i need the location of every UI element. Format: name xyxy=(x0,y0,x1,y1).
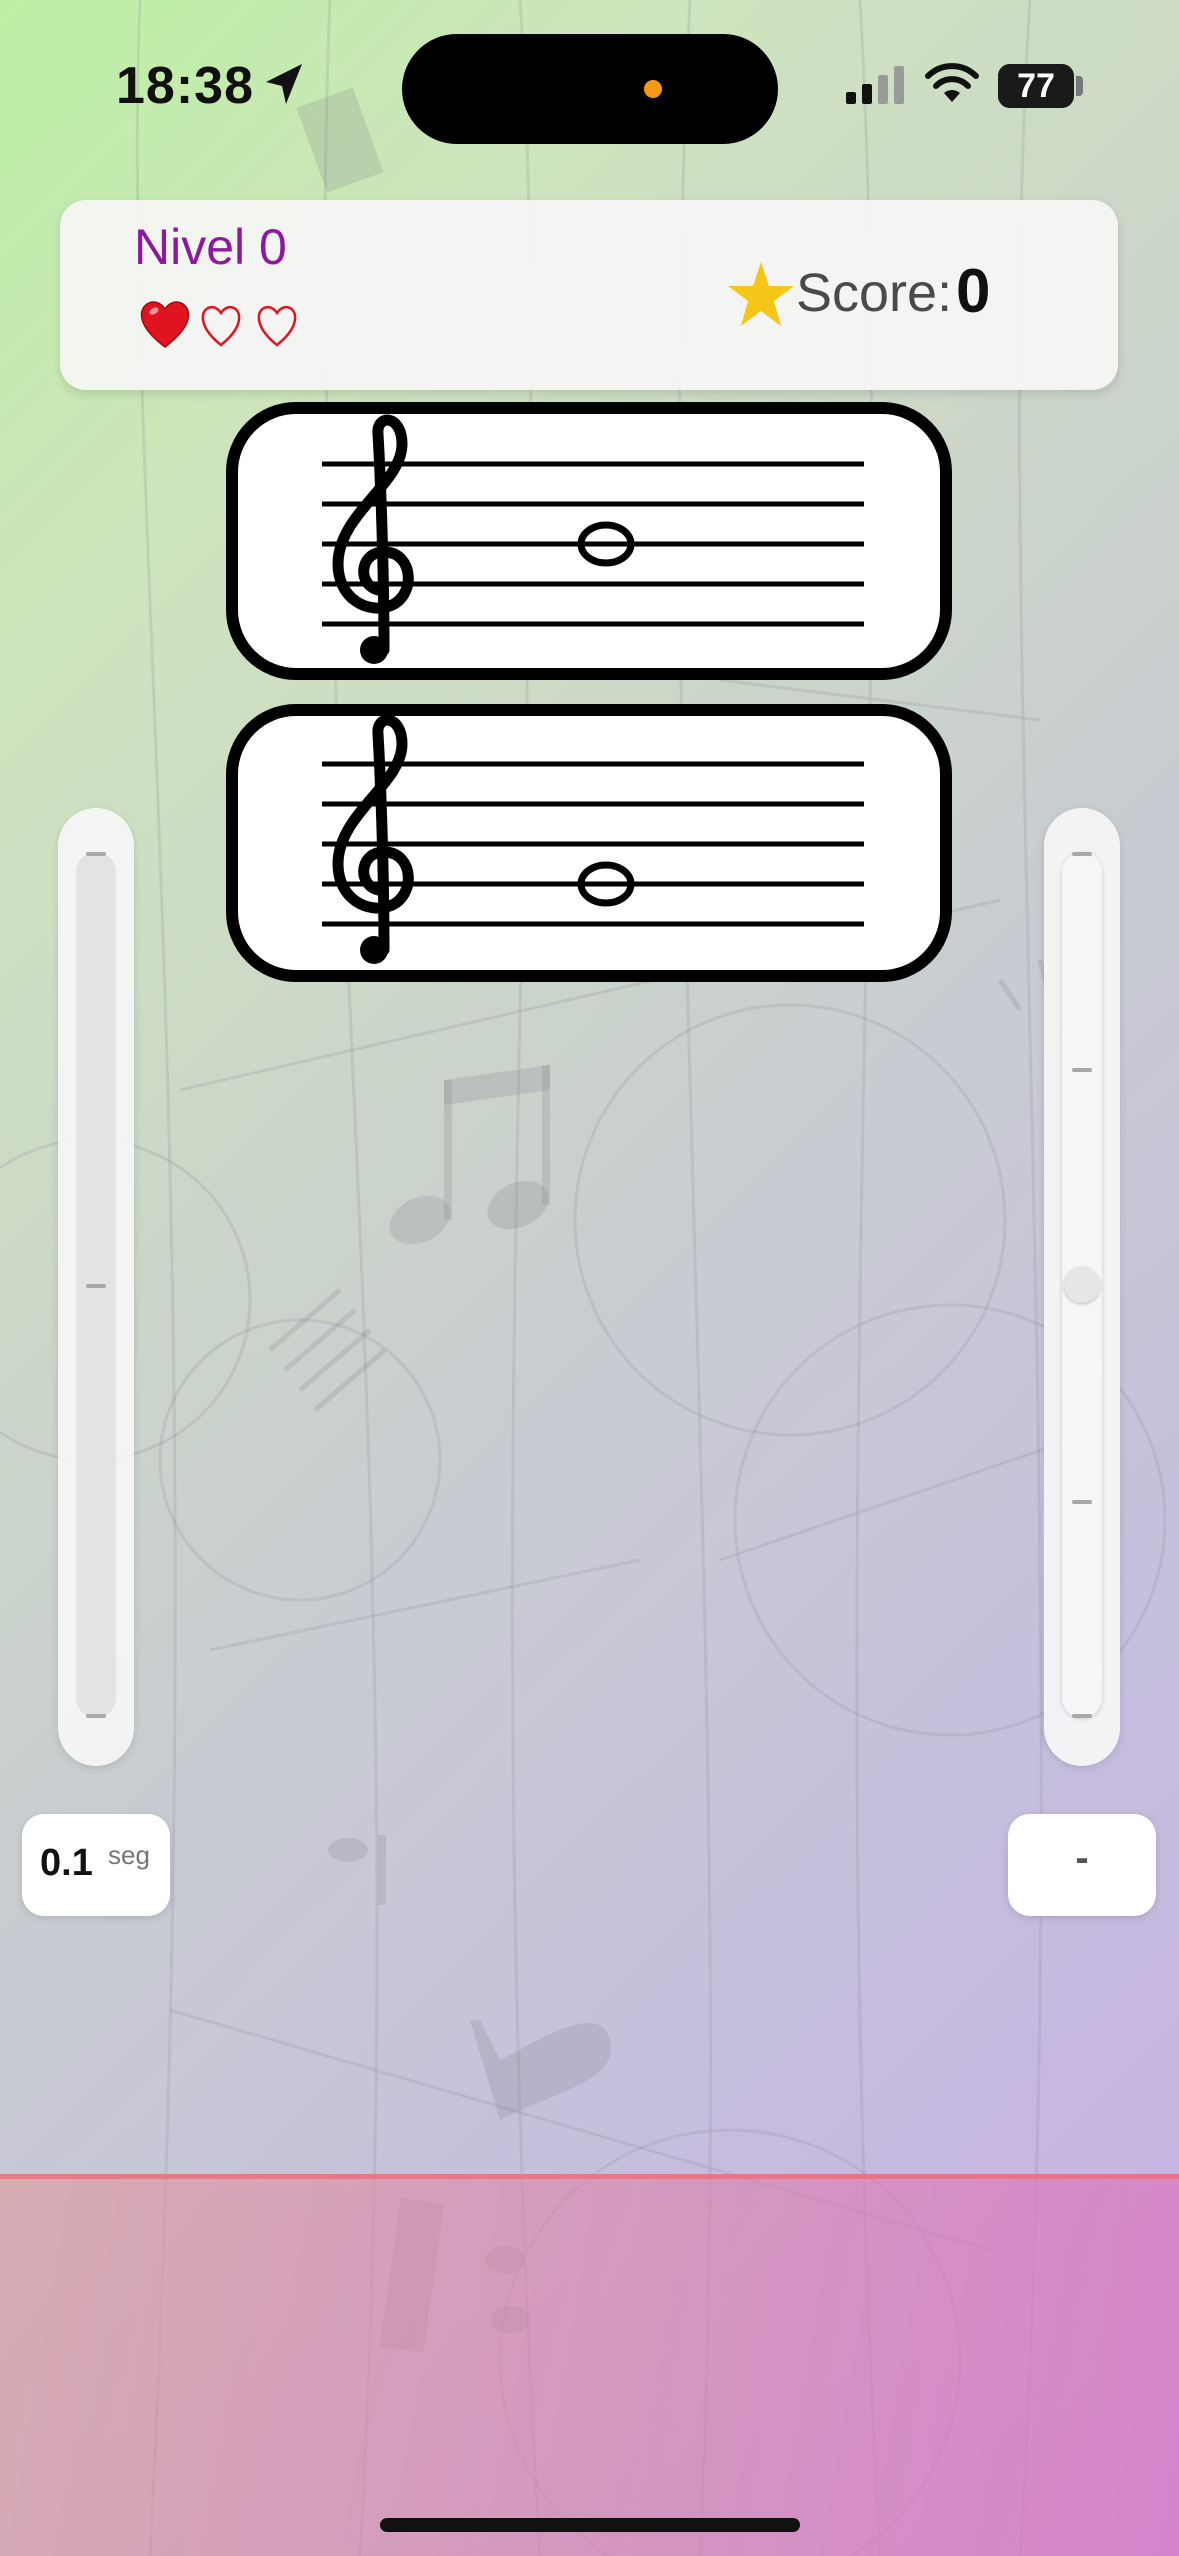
heart-full-icon xyxy=(140,301,190,348)
time-slider[interactable] xyxy=(58,808,134,1766)
slider-tick xyxy=(1072,1500,1092,1504)
battery-cap xyxy=(1076,76,1083,96)
game-header-card: Nivel 0 Score: 0 xyxy=(60,200,1118,390)
cellular-signal-icon xyxy=(846,66,904,104)
slider-tick xyxy=(1072,1714,1092,1718)
level-label: Nivel 0 xyxy=(134,219,287,275)
answer-note-staff[interactable] xyxy=(226,704,952,982)
staff-lines xyxy=(322,716,864,964)
time-value-display: 0.1 seg xyxy=(22,1814,170,1916)
slider-tick xyxy=(86,1714,106,1718)
wifi-icon xyxy=(925,63,979,102)
time-unit: seg xyxy=(108,1840,150,1870)
heart-empty-icon xyxy=(257,306,297,347)
slider-tick xyxy=(86,852,106,856)
slider-tick xyxy=(1072,852,1092,856)
note-slider-thumb[interactable] xyxy=(1064,1267,1100,1303)
star-icon xyxy=(728,262,794,326)
heart-empty-icon xyxy=(201,306,241,347)
note-value: - xyxy=(1075,1836,1089,1880)
note-value-display: - xyxy=(1008,1814,1156,1916)
battery-icon: 77 xyxy=(998,64,1074,108)
home-indicator[interactable] xyxy=(380,2518,800,2532)
slider-tick xyxy=(86,1284,106,1288)
status-time: 18:38 xyxy=(116,57,254,115)
score-label: Score: xyxy=(796,263,953,323)
score-value: 0 xyxy=(956,257,991,326)
location-arrow-icon xyxy=(266,64,302,104)
note-slider[interactable] xyxy=(1044,808,1120,1766)
time-value: 0.1 xyxy=(40,1842,93,1884)
battery-percentage: 77 xyxy=(1017,67,1055,105)
target-note-staff xyxy=(226,402,952,680)
answer-drop-zone[interactable] xyxy=(0,2174,1179,2556)
staff-lines xyxy=(322,414,864,664)
lives-indicator xyxy=(138,288,306,358)
slider-tick xyxy=(1072,1068,1092,1072)
privacy-indicator-dot xyxy=(644,80,662,98)
dynamic-island xyxy=(402,34,778,144)
